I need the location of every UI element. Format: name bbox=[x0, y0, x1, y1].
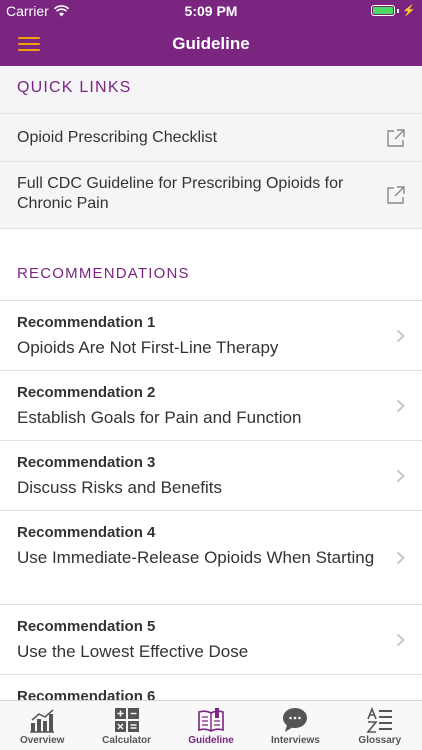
recommendation-item-6[interactable]: Recommendation 6 bbox=[0, 675, 422, 700]
recommendation-number: Recommendation 3 bbox=[17, 454, 156, 471]
recommendation-item-5[interactable]: Recommendation 5 Use the Lowest Effectiv… bbox=[0, 605, 422, 675]
tab-label: Calculator bbox=[102, 735, 152, 746]
recommendation-number: Recommendation 4 bbox=[17, 524, 156, 541]
chevron-right-icon bbox=[396, 399, 405, 412]
recommendation-title: Discuss Risks and Benefits bbox=[17, 478, 223, 497]
tab-calculator[interactable]: Calculator bbox=[84, 701, 168, 750]
tab-guideline[interactable]: Guideline bbox=[169, 701, 253, 750]
chevron-right-icon bbox=[396, 551, 405, 564]
external-link-icon bbox=[387, 186, 405, 204]
page-title: Guideline bbox=[172, 34, 250, 53]
quick-links-header: QUICK LINKS bbox=[0, 66, 422, 114]
calculator-icon bbox=[114, 708, 139, 732]
recommendation-title: Establish Goals for Pain and Function bbox=[17, 408, 302, 427]
recommendation-number: Recommendation 5 bbox=[17, 618, 156, 635]
guideline-content[interactable]: QUICK LINKS Opioid Prescribing Checklist… bbox=[0, 66, 422, 700]
quick-link-opioid-checklist[interactable]: Opioid Prescribing Checklist bbox=[0, 114, 422, 162]
chevron-right-icon bbox=[396, 329, 405, 342]
charging-bolt-icon: ⚡ bbox=[402, 5, 416, 17]
recommendation-item-4[interactable]: Recommendation 4 Use Immediate-Release O… bbox=[0, 511, 422, 605]
tab-label: Guideline bbox=[188, 735, 234, 746]
status-bar: Carrier 5:09 PM ⚡ bbox=[0, 0, 422, 22]
recommendation-number: Recommendation 1 bbox=[17, 314, 156, 331]
chat-bubble-icon bbox=[283, 708, 308, 732]
tab-label: Overview bbox=[19, 735, 65, 746]
app-header: Carrier 5:09 PM ⚡ Guideline bbox=[0, 0, 422, 66]
recommendation-number: Recommendation 6 bbox=[17, 688, 156, 700]
tab-bar: Overview Calculator Guideline Interviews… bbox=[0, 700, 422, 750]
recommendations-header: RECOMMENDATIONS bbox=[0, 253, 422, 301]
battery-tip bbox=[397, 8, 400, 13]
quick-link-full-cdc-guideline[interactable]: Full CDC Guideline for Prescribing Opioi… bbox=[0, 162, 422, 229]
recommendation-item-2[interactable]: Recommendation 2 Establish Goals for Pai… bbox=[0, 371, 422, 441]
tab-glossary[interactable]: Glossary bbox=[338, 701, 422, 750]
nav-bar: Guideline bbox=[0, 22, 422, 66]
status-time: 5:09 PM bbox=[184, 3, 238, 19]
tab-label: Glossary bbox=[358, 735, 402, 746]
external-link-icon bbox=[387, 128, 405, 147]
tab-overview[interactable]: Overview bbox=[0, 701, 84, 750]
section-gap bbox=[0, 229, 422, 253]
recommendation-title: Use the Lowest Effective Dose bbox=[17, 642, 249, 661]
battery-indicator: ⚡ bbox=[371, 4, 416, 17]
tab-label: Interviews bbox=[270, 735, 320, 746]
glossary-icon bbox=[366, 707, 392, 733]
bar-chart-icon bbox=[30, 709, 55, 733]
recommendation-item-1[interactable]: Recommendation 1 Opioids Are Not First-L… bbox=[0, 301, 422, 371]
quick-link-label: Opioid Prescribing Checklist bbox=[17, 129, 218, 146]
chevron-right-icon bbox=[396, 469, 405, 482]
book-icon bbox=[198, 708, 224, 732]
recommendation-item-3[interactable]: Recommendation 3 Discuss Risks and Benef… bbox=[0, 441, 422, 511]
recommendation-title: Opioids Are Not First-Line Therapy bbox=[17, 338, 279, 357]
recommendation-title: Use Immediate-Release Opioids When Start… bbox=[17, 548, 375, 567]
quick-link-label: Full CDC Guideline for Prescribing Opioi… bbox=[17, 175, 344, 212]
battery-icon bbox=[371, 5, 396, 16]
tab-interviews[interactable]: Interviews bbox=[253, 701, 337, 750]
recommendation-number: Recommendation 2 bbox=[17, 384, 156, 401]
chevron-right-icon bbox=[396, 633, 405, 646]
battery-fill bbox=[373, 7, 394, 14]
